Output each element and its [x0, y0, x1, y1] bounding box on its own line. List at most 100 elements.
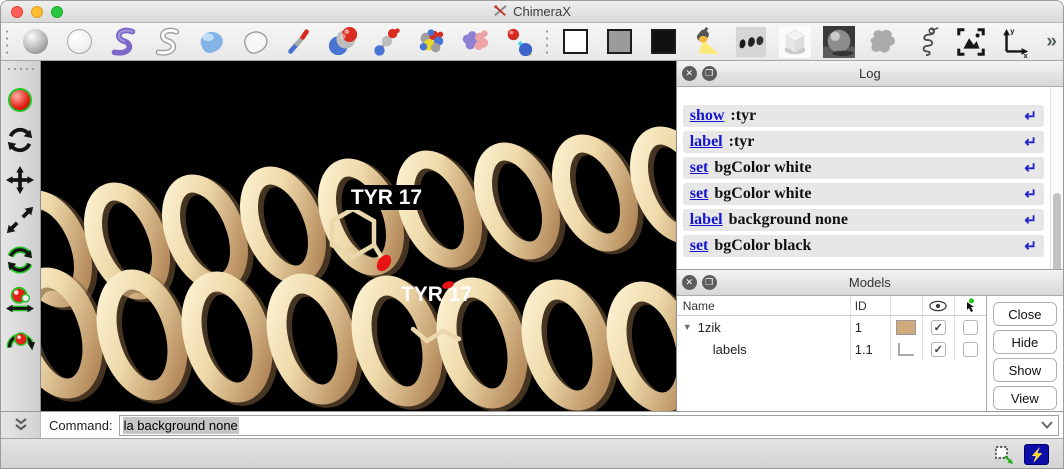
selected-column-header[interactable]: [954, 296, 986, 315]
hide-cartoons-icon[interactable]: [150, 25, 184, 59]
white-background-icon[interactable]: [558, 25, 592, 59]
rerun-command-icon[interactable]: ↵: [1024, 185, 1037, 204]
silhouettes-icon[interactable]: [910, 25, 944, 59]
zoom-mode-icon[interactable]: [4, 204, 36, 236]
log-command-link[interactable]: set: [690, 185, 709, 203]
sphere-style-icon[interactable]: [326, 25, 360, 59]
toolbar-drag-handle[interactable]: [4, 28, 10, 56]
gray-background-icon[interactable]: [602, 25, 636, 59]
log-entry: set bgColor white ↵: [683, 157, 1044, 179]
log-command-args: :tyr: [729, 133, 755, 151]
depth-cue-icon[interactable]: [734, 25, 768, 59]
graphics-viewport[interactable]: TYR 17 TYR 17: [41, 61, 676, 411]
expander-icon[interactable]: ▼: [683, 322, 692, 332]
color-column-header[interactable]: [890, 296, 922, 315]
models-panel-title: Models: [677, 275, 1063, 290]
residue-label-top: TYR 17: [347, 185, 426, 210]
rerun-command-icon[interactable]: ↵: [1024, 107, 1037, 126]
log-command-link[interactable]: show: [690, 107, 725, 125]
log-entry: show :tyr ↵: [683, 105, 1044, 127]
log-entry: set bgColor black ↵: [683, 235, 1044, 257]
rerun-command-icon[interactable]: ↵: [1024, 133, 1037, 152]
name-column-header[interactable]: Name: [677, 299, 850, 313]
select-mode-icon[interactable]: [4, 84, 36, 116]
mousebar-drag-handle[interactable]: [6, 66, 34, 72]
close-model-button[interactable]: Close: [993, 302, 1057, 326]
toolbar-overflow-button[interactable]: »: [1046, 31, 1055, 53]
view-model-button[interactable]: View: [993, 386, 1057, 410]
ball-and-stick-style-icon[interactable]: [370, 25, 404, 59]
show-atoms-icon[interactable]: [18, 25, 52, 59]
show-cartoons-icon[interactable]: [106, 25, 140, 59]
hide-surfaces-icon[interactable]: [238, 25, 272, 59]
rerun-command-icon[interactable]: ↵: [1024, 237, 1037, 256]
black-background-icon[interactable]: [646, 25, 680, 59]
model-color-swatch[interactable]: [896, 320, 916, 335]
log-panel: ✕ ❐ Log show :tyr ↵ label :tyr: [677, 61, 1063, 269]
log-panel-title: Log: [677, 66, 1063, 81]
axis-y-label: y: [1010, 26, 1015, 35]
log-command-link[interactable]: label: [690, 133, 723, 151]
log-command-link[interactable]: label: [690, 211, 723, 229]
save-snapshot-icon[interactable]: [954, 25, 988, 59]
log-command-link[interactable]: set: [690, 159, 709, 177]
rotate-molecule-mode-icon[interactable]: [4, 324, 36, 356]
shown-column-header[interactable]: [922, 296, 954, 315]
show-model-button[interactable]: Show: [993, 358, 1057, 382]
shown-checkbox[interactable]: ✓: [931, 320, 946, 335]
selected-checkbox[interactable]: [963, 342, 978, 357]
log-entry: set bgColor white ↵: [683, 183, 1044, 205]
log-scrollbar[interactable]: [1050, 87, 1063, 269]
model-row-labels[interactable]: labels 1.1 ✓: [677, 338, 986, 360]
collapse-chevrons-icon[interactable]: [13, 418, 29, 432]
main-toolbar: y x »: [1, 23, 1063, 61]
command-label: Command:: [49, 418, 113, 433]
hide-atoms-icon[interactable]: [62, 25, 96, 59]
full-lighting-icon[interactable]: [822, 25, 856, 59]
color-heteroatoms-icon[interactable]: [414, 25, 448, 59]
fast-mode-icon[interactable]: [1024, 444, 1049, 465]
model-name: 1zik: [698, 320, 721, 335]
log-command-args: :tyr: [730, 107, 756, 125]
model-id: 1.1: [850, 338, 890, 360]
translate-selected-mode-icon[interactable]: [4, 284, 36, 316]
model-row-1zik[interactable]: ▼ 1zik 1 ✓: [677, 316, 986, 338]
title-bar: ChimeraX: [1, 1, 1063, 23]
model-id: 1: [850, 316, 890, 338]
default-lighting-icon[interactable]: [690, 25, 724, 59]
hide-model-button[interactable]: Hide: [993, 330, 1057, 354]
status-bar: [1, 438, 1063, 469]
command-history-dropdown-icon[interactable]: [1041, 421, 1058, 429]
rotate-mode-icon[interactable]: [4, 124, 36, 156]
soft-lighting-icon[interactable]: [778, 25, 812, 59]
id-column-header[interactable]: ID: [850, 296, 890, 315]
rotate-selected-mode-icon[interactable]: [4, 244, 36, 276]
shown-checkbox[interactable]: ✓: [931, 342, 946, 357]
log-body: show :tyr ↵ label :tyr ↵ set bgColor whi…: [677, 87, 1063, 269]
model-no-color-swatch[interactable]: [898, 343, 914, 356]
log-command-args: bgColor black: [714, 237, 811, 255]
orient-axes-icon[interactable]: y x: [998, 25, 1032, 59]
command-input[interactable]: la background none: [119, 415, 1059, 436]
rerun-command-icon[interactable]: ↵: [1024, 211, 1037, 230]
stick-style-icon[interactable]: [282, 25, 316, 59]
eye-icon: [929, 300, 947, 312]
chimerax-logo-icon: [493, 4, 508, 19]
selected-checkbox[interactable]: [963, 320, 978, 335]
log-entry: label :tyr ↵: [683, 131, 1044, 153]
color-by-chain-icon[interactable]: [458, 25, 492, 59]
rerun-command-icon[interactable]: ↵: [1024, 159, 1037, 178]
resize-graphics-icon[interactable]: [992, 444, 1016, 466]
show-hbonds-icon[interactable]: [502, 25, 536, 59]
models-table-header: Name ID: [677, 296, 986, 316]
translate-mode-icon[interactable]: [4, 164, 36, 196]
flat-lighting-icon[interactable]: [866, 25, 900, 59]
log-command-args: bgColor white: [714, 159, 811, 177]
log-command-link[interactable]: set: [690, 237, 709, 255]
mouse-modes-toolbar: [1, 61, 41, 411]
show-surfaces-icon[interactable]: [194, 25, 228, 59]
model-name: labels: [713, 342, 747, 357]
log-scrollbar-thumb[interactable]: [1053, 193, 1061, 269]
models-buttons: Close Hide Show View: [987, 296, 1063, 411]
helix-rendering: [41, 61, 676, 411]
